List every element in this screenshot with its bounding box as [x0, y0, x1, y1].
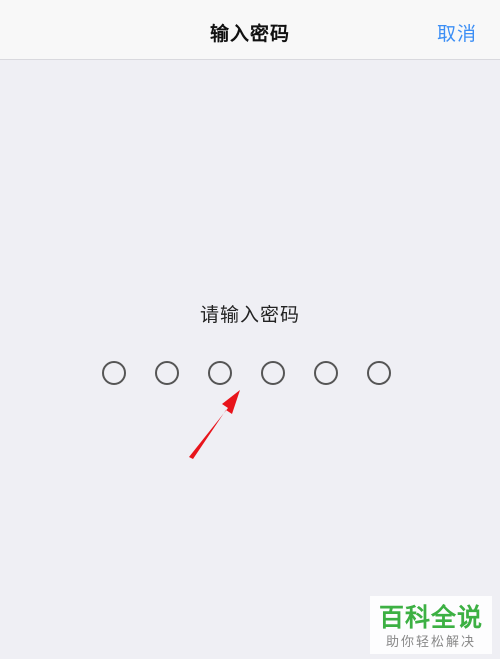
cancel-button[interactable]: 取消 [437, 19, 477, 46]
watermark-title: 百科全说 [378, 603, 483, 632]
passcode-dot-1 [102, 361, 126, 385]
page-title: 输入密码 [209, 23, 290, 45]
passcode-dot-4 [261, 361, 285, 385]
watermark-logo: 百科全说 助你轻松解决 [370, 596, 492, 654]
passcode-dot-6 [367, 361, 391, 385]
navigation-bar: 输入密码 取消 [0, 0, 500, 60]
watermark-subtitle: 助你轻松解决 [385, 635, 476, 650]
passcode-prompt: 请输入密码 [199, 304, 300, 326]
passcode-dot-5 [314, 361, 338, 385]
passcode-dots[interactable] [102, 361, 402, 387]
passcode-dot-2 [155, 361, 179, 385]
red-arrow-icon [189, 390, 240, 459]
